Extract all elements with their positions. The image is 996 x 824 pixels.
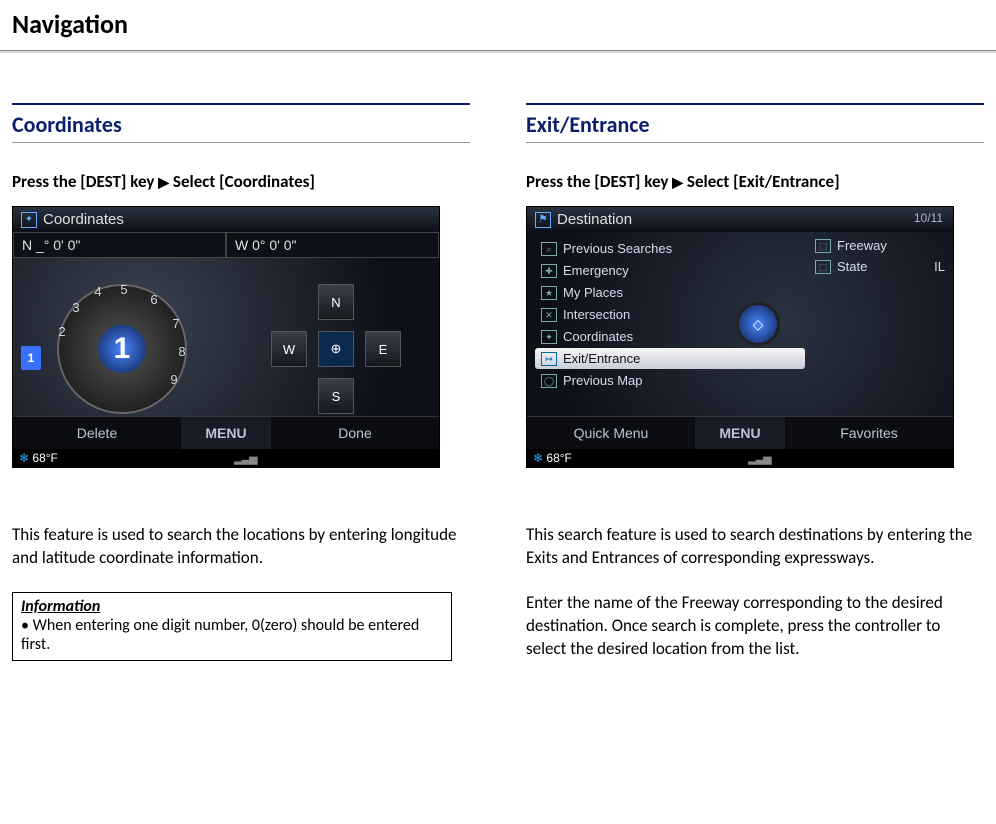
temp-value: 68°F — [32, 451, 57, 465]
signal-icon: ▂▃▅ — [234, 452, 256, 465]
dial-6[interactable]: 6 — [145, 292, 163, 307]
row-label: Freeway — [837, 238, 887, 253]
temperature: ❄ 68°F — [19, 451, 58, 465]
row-state[interactable]: ⬚ State IL — [815, 259, 945, 274]
step-coordinates: Press the [DEST] key ▶ Select [Coordinat… — [12, 171, 470, 192]
shot-title-bar: ⚑ Destination 10/11 — [527, 207, 953, 232]
state-icon: ⬚ — [815, 260, 831, 274]
dest-body: ⌕ Previous Searches ✚ Emergency ★ My Places… — [527, 232, 953, 416]
item-label: Previous Map — [563, 373, 642, 388]
status-bar: ❄ 68°F ▂▃▅ — [527, 449, 953, 467]
item-emergency[interactable]: ✚ Emergency — [535, 260, 805, 281]
dial-2[interactable]: 2 — [53, 324, 71, 339]
info-heading: Information — [21, 597, 443, 616]
softkey-bar: Delete MENU Done — [13, 416, 439, 449]
softkey-menu[interactable]: MENU — [695, 417, 785, 449]
desc-exit-2: Enter the name of the Freeway correspond… — [526, 592, 984, 661]
heading-coordinates: Coordinates — [12, 103, 470, 143]
softkey-bar: Quick Menu MENU Favorites — [527, 416, 953, 449]
page-title: Navigation — [0, 0, 996, 50]
page-count: 10/11 — [914, 211, 943, 225]
desc-coordinates: This feature is used to search the locat… — [12, 524, 470, 570]
emergency-icon: ✚ — [541, 264, 557, 278]
step-exit-entrance: Press the [DEST] key ▶ Select [Exit/Entr… — [526, 171, 984, 192]
col-exit-entrance: Exit/Entrance Press the [DEST] key ▶ Sel… — [526, 103, 984, 661]
item-label: Previous Searches — [563, 241, 672, 256]
search-icon: ⌕ — [541, 242, 557, 256]
step-post: Select [Exit/Entrance] — [683, 171, 840, 192]
screenshot-destination: ⚑ Destination 10/11 ⌕ Previous Searches ✚… — [526, 206, 954, 468]
row-value: IL — [934, 259, 945, 274]
signal-icon: ▂▃▅ — [748, 452, 770, 465]
page-rule — [0, 50, 996, 53]
target-icon: ✦ — [541, 330, 557, 344]
dpad-w[interactable]: W — [271, 331, 307, 367]
softkey-quick-menu[interactable]: Quick Menu — [527, 417, 695, 449]
direction-pad: N S W E ⊕ — [271, 284, 401, 414]
dpad-s[interactable]: S — [318, 378, 354, 414]
lon-field[interactable]: W 0° 0' 0" — [226, 232, 439, 258]
screenshot-coordinates: ✦ Coordinates N _° 0' 0" W 0° 0' 0" 1 1 … — [12, 206, 440, 468]
softkey-menu[interactable]: MENU — [181, 417, 271, 449]
triangle-icon: ▶ — [158, 174, 169, 191]
dial-9[interactable]: 9 — [165, 372, 183, 387]
coord-body: 1 1 5 6 7 8 9 4 3 2 N S W E ⊕ — [13, 258, 439, 416]
dial-7[interactable]: 7 — [167, 316, 185, 331]
info-body: • When entering one digit number, 0(zero… — [21, 616, 443, 654]
temp-value: 68°F — [546, 451, 571, 465]
item-label: Exit/Entrance — [563, 351, 640, 366]
softkey-delete[interactable]: Delete — [13, 417, 181, 449]
status-bar: ❄ 68°F ▂▃▅ — [13, 449, 439, 467]
item-label: My Places — [563, 285, 623, 300]
row-freeway[interactable]: ⬚ Freeway — [815, 238, 945, 253]
exit-icon: ↦ — [541, 352, 557, 366]
flag-icon: ⚑ — [535, 212, 551, 228]
item-label: Coordinates — [563, 329, 633, 344]
dial-8[interactable]: 8 — [173, 344, 191, 359]
map-icon: ◯ — [541, 374, 557, 388]
shot-title-bar: ✦ Coordinates — [13, 207, 439, 232]
col-coordinates: Coordinates Press the [DEST] key ▶ Selec… — [12, 103, 470, 661]
columns: Coordinates Press the [DEST] key ▶ Selec… — [0, 103, 996, 661]
item-label: Emergency — [563, 263, 629, 278]
step-post: Select [Coordinates] — [169, 171, 315, 192]
item-label: Intersection — [563, 307, 630, 322]
dpad-n[interactable]: N — [318, 284, 354, 320]
desc-exit-1: This search feature is used to search de… — [526, 524, 984, 570]
dpad-center[interactable]: ⊕ — [318, 331, 354, 367]
heading-exit-entrance: Exit/Entrance — [526, 103, 984, 143]
number-dial[interactable]: 1 5 6 7 8 9 4 3 2 — [57, 284, 187, 414]
step-pre: Press the [DEST] key — [12, 171, 158, 192]
dial-center[interactable]: 1 — [98, 325, 146, 373]
dial-4[interactable]: 4 — [89, 284, 107, 299]
info-box: Information • When entering one digit nu… — [12, 592, 452, 661]
item-previous-searches[interactable]: ⌕ Previous Searches — [535, 238, 805, 259]
dial-3[interactable]: 3 — [67, 300, 85, 315]
star-icon: ★ — [541, 286, 557, 300]
softkey-favorites[interactable]: Favorites — [785, 417, 953, 449]
shot-title: Destination — [557, 211, 632, 228]
digit-badge: 1 — [21, 346, 41, 370]
coord-fields: N _° 0' 0" W 0° 0' 0" — [13, 232, 439, 258]
dest-right-panel: ⬚ Freeway ⬚ State IL — [805, 238, 945, 410]
shot-title: Coordinates — [43, 211, 124, 228]
item-exit-entrance[interactable]: ↦ Exit/Entrance — [535, 348, 805, 369]
freeway-icon: ⬚ — [815, 239, 831, 253]
item-previous-map[interactable]: ◯ Previous Map — [535, 370, 805, 391]
triangle-icon: ▶ — [672, 174, 683, 191]
row-label: State — [837, 259, 867, 274]
controller-knob[interactable]: ◇ — [736, 302, 780, 346]
step-pre: Press the [DEST] key — [526, 171, 672, 192]
dpad-e[interactable]: E — [365, 331, 401, 367]
target-icon: ✦ — [21, 212, 37, 228]
dial-5[interactable]: 5 — [115, 282, 133, 297]
temperature: ❄ 68°F — [533, 451, 572, 465]
intersection-icon: ✕ — [541, 308, 557, 322]
softkey-done[interactable]: Done — [271, 417, 439, 449]
lat-field[interactable]: N _° 0' 0" — [13, 232, 226, 258]
item-my-places[interactable]: ★ My Places — [535, 282, 805, 303]
